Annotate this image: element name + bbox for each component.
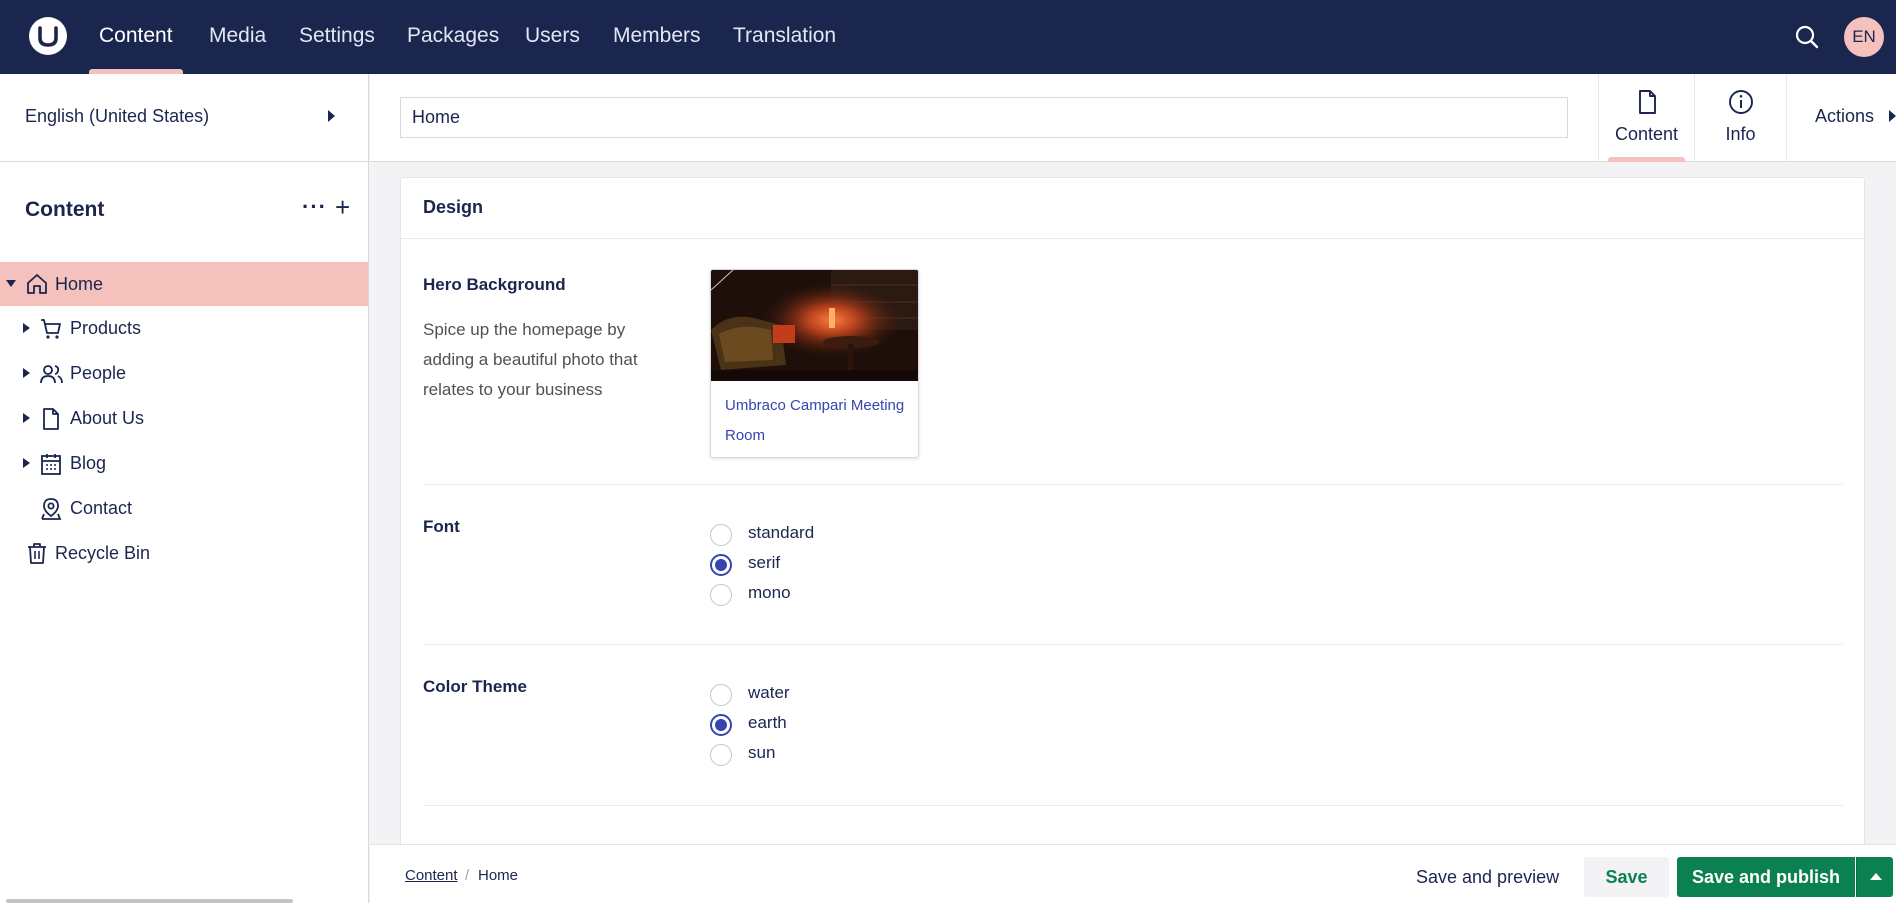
hero-background-description: Spice up the homepage by adding a beauti… — [423, 320, 638, 399]
tree-item-label: Home — [55, 274, 104, 294]
calendar-icon — [41, 454, 61, 475]
breadcrumb-content[interactable]: Content — [405, 867, 458, 884]
tab-label: Info — [1725, 124, 1756, 144]
tree-item-blog[interactable]: Blog — [0, 441, 368, 485]
users-icon — [40, 365, 63, 384]
tree-item-label: Contact — [70, 498, 133, 518]
nav-settings[interactable]: Settings — [299, 0, 375, 74]
user-avatar[interactable]: EN — [1844, 17, 1884, 57]
umbraco-logo-icon[interactable] — [29, 17, 67, 55]
publish-options-caret-icon[interactable] — [1856, 857, 1893, 897]
editor-footer: Content / Home Save and preview Save Sav… — [370, 844, 1896, 903]
home-icon — [27, 274, 47, 294]
nav-media[interactable]: Media — [209, 0, 266, 74]
content-tree-panel: English (United States) Content ··· + Ho… — [0, 74, 369, 903]
actions-label: Actions — [1815, 106, 1875, 126]
property-divider — [423, 805, 1843, 806]
caret-right-icon — [1889, 110, 1896, 122]
tree-item-about-us[interactable]: About Us — [0, 396, 368, 440]
radio-label: sun — [748, 743, 776, 762]
radio-label: mono — [748, 583, 791, 602]
radio-button[interactable] — [710, 684, 732, 706]
font-label: Font — [423, 517, 460, 536]
tree-item-label: People — [70, 363, 127, 383]
radio-button[interactable] — [710, 584, 732, 606]
tree-item-label: About Us — [70, 408, 145, 428]
map-pin-icon — [41, 498, 62, 520]
ellipsis-icon[interactable]: ··· — [302, 194, 327, 220]
save-and-preview-button[interactable]: Save and preview — [1404, 857, 1571, 897]
node-name-input[interactable] — [400, 97, 1568, 138]
document-icon — [1639, 90, 1656, 114]
media-name: Umbraco Campari Meeting Room — [725, 397, 905, 444]
hero-background-label: Hero Background — [423, 275, 566, 294]
tree-item-label: Products — [70, 318, 142, 338]
nav-content[interactable]: Content — [89, 0, 183, 74]
media-thumbnail — [711, 270, 918, 381]
radio-label: water — [748, 683, 790, 702]
tree-title: Content — [25, 198, 105, 221]
radio-button[interactable] — [710, 524, 732, 546]
radio-label: standard — [748, 523, 815, 542]
info-icon — [1729, 90, 1753, 114]
tree-item-label: Recycle Bin — [55, 543, 151, 563]
cart-icon — [41, 319, 61, 339]
property-group-title: Design — [423, 197, 484, 217]
tab-content[interactable]: Content — [1598, 74, 1694, 162]
tree-item-home[interactable]: Home — [0, 262, 368, 306]
radio-button-selected[interactable] — [710, 714, 732, 736]
caret-right-icon — [328, 110, 335, 122]
document-icon — [43, 408, 59, 430]
actions-menu[interactable]: Actions — [1786, 74, 1896, 162]
radio-label: serif — [748, 553, 781, 572]
property-divider — [423, 484, 1843, 485]
tree-item-people[interactable]: People — [0, 351, 368, 395]
radio-label: earth — [748, 713, 787, 732]
tree-item-contact[interactable]: Contact — [0, 486, 368, 530]
tree-item-label: Blog — [70, 453, 107, 473]
tab-label: Content — [1614, 124, 1679, 144]
property-divider — [423, 644, 1843, 645]
caret-right-icon[interactable] — [23, 413, 30, 423]
nav-members[interactable]: Members — [613, 0, 701, 74]
radio-button[interactable] — [710, 744, 732, 766]
nav-packages[interactable]: Packages — [407, 0, 499, 74]
top-navigation-bar: Content Media Settings Packages Users Me… — [0, 0, 1896, 74]
trash-icon — [28, 543, 46, 564]
search-icon[interactable] — [1793, 23, 1821, 51]
nav-users[interactable]: Users — [525, 0, 580, 74]
language-label: English (United States) — [25, 106, 210, 126]
breadcrumb-separator: / — [465, 867, 470, 884]
nav-translation[interactable]: Translation — [733, 0, 836, 74]
radio-button-selected[interactable] — [710, 554, 732, 576]
language-selector[interactable]: English (United States) — [0, 74, 368, 162]
property-group-card: Design Hero Background Spice up the home… — [400, 177, 1865, 844]
horizontal-scrollbar[interactable] — [6, 899, 293, 903]
color-theme-label: Color Theme — [423, 677, 527, 696]
editor-main: Design Hero Background Spice up the home… — [370, 162, 1896, 844]
caret-right-icon[interactable] — [23, 323, 30, 333]
tree-item-recycle-bin[interactable]: Recycle Bin — [0, 531, 368, 575]
caret-right-icon[interactable] — [23, 368, 30, 378]
property-group-header: Design — [401, 178, 1864, 239]
tree-item-products[interactable]: Products — [0, 306, 368, 350]
save-and-publish-button[interactable]: Save and publish — [1677, 857, 1855, 897]
media-picker-item[interactable]: Umbraco Campari Meeting Room — [710, 269, 919, 458]
breadcrumb-current: Home — [478, 867, 519, 884]
editor-header: Content Info Actions — [370, 74, 1896, 162]
tab-info[interactable]: Info — [1694, 74, 1786, 162]
plus-icon[interactable]: + — [335, 192, 350, 223]
caret-right-icon[interactable] — [23, 458, 30, 468]
caret-down-icon[interactable] — [6, 280, 16, 287]
save-button[interactable]: Save — [1584, 857, 1669, 897]
